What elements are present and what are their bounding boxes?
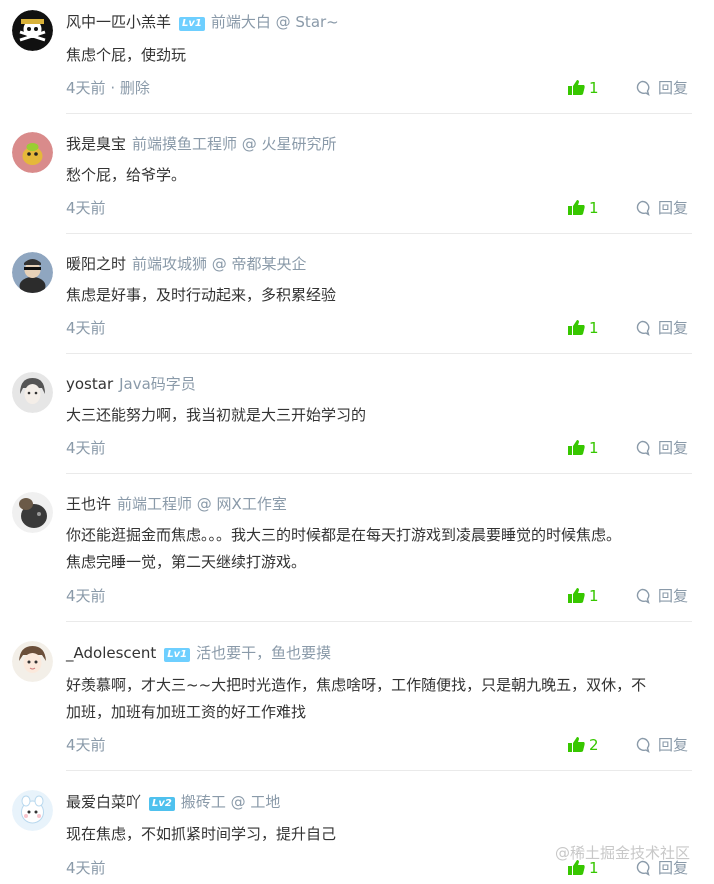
- username[interactable]: 最爱白菜吖: [66, 793, 141, 811]
- divider: [66, 770, 692, 771]
- avatar[interactable]: [12, 372, 53, 413]
- user-title: Java码字员: [119, 375, 196, 393]
- avatar[interactable]: [12, 492, 53, 533]
- comment-text: 焦虑个屁，使劲玩: [66, 42, 698, 69]
- comment-time: 4天前: [66, 199, 106, 217]
- reply-button[interactable]: 回复: [634, 318, 688, 338]
- like-count: 1: [589, 439, 599, 457]
- reply-button[interactable]: 回复: [634, 735, 688, 755]
- username[interactable]: yostar: [66, 375, 113, 393]
- reply-label: 回复: [658, 439, 689, 457]
- avatar[interactable]: [12, 132, 53, 173]
- like-button[interactable]: 1: [568, 318, 599, 338]
- divider: [66, 621, 692, 622]
- avatar[interactable]: [12, 252, 53, 293]
- like-button[interactable]: 2: [568, 735, 599, 755]
- user-title: 前端工程师 @ 网X工作室: [117, 495, 287, 513]
- level-badge: Lv2: [149, 797, 175, 811]
- username[interactable]: 风中一匹小羔羊: [66, 13, 171, 31]
- delete-link[interactable]: · 删除: [106, 79, 150, 97]
- user-title: 活也要干，鱼也要摸: [196, 644, 332, 662]
- thumbs-up-icon: [568, 588, 585, 603]
- user-title: 前端攻城狮 @ 帝都某央企: [132, 255, 307, 273]
- comment-time: 4天前: [66, 736, 106, 754]
- divider: [66, 353, 692, 354]
- comment-time: 4天前: [66, 79, 106, 97]
- reply-label: 回复: [658, 587, 689, 605]
- level-badge: Lv1: [179, 17, 205, 31]
- reply-button[interactable]: 回复: [634, 78, 688, 98]
- thumbs-up-icon: [568, 440, 585, 455]
- divider: [66, 473, 692, 474]
- username[interactable]: 我是臭宝: [66, 135, 126, 153]
- like-count: 1: [589, 587, 599, 605]
- comment-line: 愁个屁，给爷学。: [66, 166, 187, 184]
- reply-button[interactable]: 回复: [634, 198, 688, 218]
- comment-time: 4天前: [66, 587, 106, 605]
- reply-label: 回复: [658, 79, 689, 97]
- like-count: 1: [589, 79, 599, 97]
- comment-text: 大三还能努力啊，我当初就是大三开始学习的: [66, 402, 698, 429]
- comment-bubble-icon: [636, 80, 650, 97]
- like-count: 2: [589, 736, 599, 754]
- thumbs-up-icon: [568, 80, 585, 95]
- comment-bubble-icon: [636, 737, 650, 754]
- level-badge: Lv1: [164, 648, 191, 662]
- avatar[interactable]: [12, 641, 53, 682]
- reply-button[interactable]: 回复: [634, 438, 688, 458]
- like-button[interactable]: 1: [568, 586, 599, 606]
- reply-label: 回复: [658, 736, 689, 754]
- comment-bubble-icon: [636, 588, 650, 605]
- comment-line: 焦虑是好事，及时行动起来，多积累经验: [66, 286, 337, 304]
- thumbs-up-icon: [568, 737, 585, 752]
- comment-line: 焦虑完睡一觉，第二天继续打游戏。: [66, 553, 307, 571]
- comment-text: 愁个屁，给爷学。: [66, 162, 698, 189]
- like-button[interactable]: 1: [568, 438, 599, 458]
- comment-bubble-icon: [636, 200, 650, 217]
- username[interactable]: _Adolescent: [66, 644, 156, 662]
- comment-text: 你还能逛掘金而焦虑。。。我大三的时候都是在每天打游戏到凌晨要睡觉的时候焦虑。 焦…: [66, 522, 698, 576]
- avatar[interactable]: [12, 10, 53, 51]
- comment-line: 大三还能努力啊，我当初就是大三开始学习的: [66, 406, 367, 424]
- like-count: 1: [589, 199, 599, 217]
- user-title: 前端大白 @ Star~: [210, 13, 339, 31]
- username[interactable]: 王也许: [66, 495, 111, 513]
- reply-button[interactable]: 回复: [634, 586, 688, 606]
- divider: [66, 113, 692, 114]
- comment-text: 焦虑是好事，及时行动起来，多积累经验: [66, 282, 698, 309]
- reply-label: 回复: [658, 199, 689, 217]
- comment-time: 4天前: [66, 859, 106, 877]
- like-button[interactable]: 1: [568, 78, 599, 98]
- comment-time: 4天前: [66, 319, 106, 337]
- user-title: 搬砖工 @ 工地: [180, 793, 281, 811]
- like-button[interactable]: 1: [568, 198, 599, 218]
- comment-line: 加班，加班有加班工资的好工作难找: [66, 703, 307, 721]
- comment-bubble-icon: [636, 320, 650, 337]
- comment-line: 焦虑个屁，使劲玩: [66, 46, 187, 64]
- user-title: 前端摸鱼工程师 @ 火星研究所: [132, 135, 337, 153]
- comment-line: 好羡慕啊，才大三~~大把时光造作，焦虑啥呀，工作随便找，只是朝九晚五，双休，不: [66, 676, 647, 694]
- comment-bubble-icon: [636, 440, 650, 457]
- avatar[interactable]: [12, 790, 53, 831]
- thumbs-up-icon: [568, 200, 585, 215]
- comment-line: 你还能逛掘金而焦虑。。。我大三的时候都是在每天打游戏到凌晨要睡觉的时候焦虑。: [66, 526, 622, 544]
- watermark: @稀土掘金技术社区: [554, 844, 690, 862]
- comment-text: 好羡慕啊，才大三~~大把时光造作，焦虑啥呀，工作随便找，只是朝九晚五，双休，不 …: [66, 672, 698, 726]
- username[interactable]: 暖阳之时: [66, 255, 126, 273]
- divider: [66, 233, 692, 234]
- like-count: 1: [589, 319, 599, 337]
- thumbs-up-icon: [568, 320, 585, 335]
- comment-time: 4天前: [66, 439, 106, 457]
- reply-label: 回复: [658, 319, 689, 337]
